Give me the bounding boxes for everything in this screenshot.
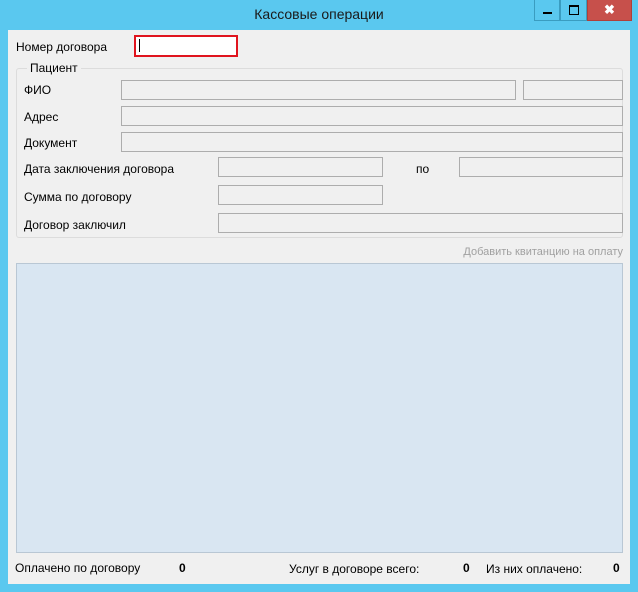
address-label: Адрес: [24, 110, 59, 124]
contract-by-field[interactable]: [218, 213, 623, 233]
contract-date-to-label: по: [416, 162, 430, 176]
contract-by-label: Договор заключил: [24, 218, 126, 232]
text-caret: [139, 39, 140, 52]
contract-sum-label: Сумма по договору: [24, 190, 132, 204]
contract-number-input[interactable]: [134, 35, 238, 57]
form-body: Номер договора Пациент ФИО Адрес Докумен…: [8, 30, 630, 584]
services-value: 0: [463, 561, 470, 575]
cash-operations-window: Кассовые операции ✖ Номер договора Пацие…: [0, 0, 638, 592]
maximize-icon: [568, 5, 579, 15]
contract-date-from-field[interactable]: [218, 157, 383, 177]
add-receipt-link[interactable]: Добавить квитанцию на оплату: [463, 246, 623, 258]
document-field[interactable]: [121, 132, 623, 152]
contract-sum-field[interactable]: [218, 185, 383, 205]
patient-group-title: Пациент: [27, 61, 81, 75]
close-icon: ✖: [604, 2, 615, 17]
services-label: Услуг в договоре всего:: [289, 562, 420, 576]
close-button[interactable]: ✖: [587, 0, 632, 21]
address-field[interactable]: [121, 106, 623, 126]
contract-date-label: Дата заключения договора: [24, 162, 175, 176]
paid-label: Оплачено по договору: [15, 561, 141, 575]
fio-field[interactable]: [121, 80, 516, 100]
paid-count-value: 0: [613, 561, 620, 575]
contract-date-to-field[interactable]: [459, 157, 623, 177]
minimize-button[interactable]: [534, 0, 560, 21]
document-label: Документ: [24, 136, 78, 150]
fio-extra-field[interactable]: [523, 80, 623, 100]
maximize-button[interactable]: [560, 0, 587, 21]
receipts-list[interactable]: [16, 263, 623, 553]
title-bar[interactable]: Кассовые операции ✖: [0, 0, 638, 30]
minimize-icon: [542, 12, 552, 14]
contract-number-label: Номер договора: [16, 40, 107, 54]
paid-count-label: Из них оплачено:: [486, 562, 583, 576]
paid-value: 0: [179, 561, 186, 575]
fio-label: ФИО: [24, 83, 52, 97]
